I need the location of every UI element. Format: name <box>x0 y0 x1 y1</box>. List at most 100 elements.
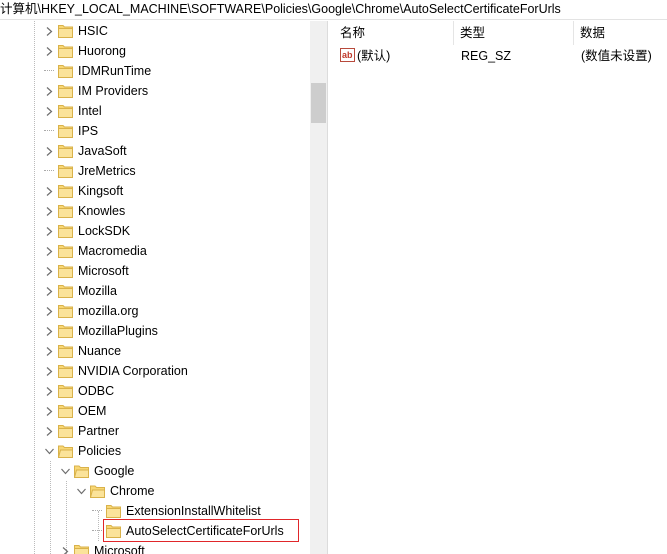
tree-node-im-providers[interactable]: IM Providers <box>44 81 148 101</box>
tree-node-label: ODBC <box>78 384 115 398</box>
tree-node-jremetrics[interactable]: JreMetrics <box>44 161 136 181</box>
tree-node-mozillaplugins[interactable]: MozillaPlugins <box>44 321 158 341</box>
registry-tree[interactable]: HSIC Huorong IDMRunTime IM Providers Intel IP… <box>0 21 327 554</box>
expand-chevron-icon[interactable] <box>44 281 54 301</box>
tree-node-mozilla-org[interactable]: mozilla.org <box>44 301 138 321</box>
tree-node-label: Policies <box>78 444 122 458</box>
tree-node-label: Huorong <box>78 44 126 58</box>
tree-node-label: ExtensionInstallWhitelist <box>126 504 261 518</box>
expand-chevron-icon[interactable] <box>44 201 54 221</box>
folder-icon <box>58 124 73 138</box>
folder-icon <box>58 244 73 258</box>
tree-node-label: NVIDIA Corporation <box>78 364 188 378</box>
tree-node-oem[interactable]: OEM <box>44 401 106 421</box>
folder-icon <box>58 304 73 318</box>
tree-node-chrome[interactable]: Chrome <box>76 481 154 501</box>
tree-node-label: LockSDK <box>78 224 131 238</box>
expand-chevron-icon[interactable] <box>44 81 54 101</box>
folder-icon <box>58 344 73 358</box>
folder-icon <box>58 424 73 438</box>
tree-node-microsoft[interactable]: Microsoft <box>60 541 145 554</box>
expand-chevron-icon[interactable] <box>60 541 70 554</box>
folder-open-icon <box>58 444 73 458</box>
tree-node-intel[interactable]: Intel <box>44 101 102 121</box>
tree-scrollbar-thumb[interactable] <box>311 83 326 123</box>
expand-chevron-icon[interactable] <box>44 341 54 361</box>
tree-node-ips[interactable]: IPS <box>44 121 98 141</box>
expand-chevron-icon[interactable] <box>44 381 54 401</box>
tree-node-label: Intel <box>78 104 102 118</box>
folder-icon <box>58 404 73 418</box>
value-name: (默认) <box>357 49 391 63</box>
expand-chevron-icon[interactable] <box>44 301 54 321</box>
collapse-chevron-icon[interactable] <box>44 441 54 461</box>
tree-node-extensioninstallwhitelist[interactable]: ExtensionInstallWhitelist <box>92 501 261 521</box>
tree-node-policies[interactable]: Policies <box>44 441 121 461</box>
expand-chevron-icon[interactable] <box>44 41 54 61</box>
tree-connector <box>92 501 102 521</box>
tree-node-label: Knowles <box>78 204 126 218</box>
tree-node-label: JreMetrics <box>78 164 136 178</box>
column-header-type[interactable]: 类型 <box>454 21 574 45</box>
tree-node-knowles[interactable]: Knowles <box>44 201 125 221</box>
expand-chevron-icon[interactable] <box>44 321 54 341</box>
tree-node-nvidia-corporation[interactable]: NVIDIA Corporation <box>44 361 188 381</box>
expand-chevron-icon[interactable] <box>44 21 54 41</box>
tree-node-label: HSIC <box>78 24 108 38</box>
tree-node-label: MozillaPlugins <box>78 324 158 338</box>
tree-node-javasoft[interactable]: JavaSoft <box>44 141 127 161</box>
tree-node-label: Nuance <box>78 344 122 358</box>
tree-node-label: Chrome <box>110 484 155 498</box>
folder-icon <box>58 24 73 38</box>
tree-node-label: OEM <box>78 404 107 418</box>
expand-chevron-icon[interactable] <box>44 101 54 121</box>
tree-node-label: IM Providers <box>78 84 149 98</box>
folder-icon <box>58 104 73 118</box>
tree-guide-line <box>34 21 35 554</box>
folder-icon <box>58 64 73 78</box>
expand-chevron-icon[interactable] <box>44 241 54 261</box>
tree-connector <box>92 521 102 541</box>
expand-chevron-icon[interactable] <box>44 421 54 441</box>
folder-icon <box>58 224 73 238</box>
tree-node-label: Microsoft <box>78 264 129 278</box>
tree-node-odbc[interactable]: ODBC <box>44 381 114 401</box>
tree-connector <box>44 161 54 181</box>
expand-chevron-icon[interactable] <box>44 401 54 421</box>
tree-node-label: mozilla.org <box>78 304 139 318</box>
folder-icon <box>58 284 73 298</box>
tree-node-idmruntime[interactable]: IDMRunTime <box>44 61 151 81</box>
expand-chevron-icon[interactable] <box>44 141 54 161</box>
folder-icon <box>58 204 73 218</box>
address-bar[interactable]: 计算机\HKEY_LOCAL_MACHINE\SOFTWARE\Policies… <box>0 0 667 20</box>
svg-text:ab: ab <box>342 50 353 60</box>
tree-node-google[interactable]: Google <box>60 461 134 481</box>
tree-node-label: Macromedia <box>78 244 147 258</box>
tree-node-macromedia[interactable]: Macromedia <box>44 241 147 261</box>
tree-node-label: Google <box>94 464 135 478</box>
values-list[interactable]: 名称 类型 数据 ab (默认) REG_SZ (数值未设置) <box>334 21 667 554</box>
folder-icon <box>106 504 121 518</box>
tree-node-mozilla[interactable]: Mozilla <box>44 281 117 301</box>
tree-node-microsoft[interactable]: Microsoft <box>44 261 129 281</box>
tree-node-partner[interactable]: Partner <box>44 421 119 441</box>
tree-node-kingsoft[interactable]: Kingsoft <box>44 181 123 201</box>
tree-connector <box>44 61 54 81</box>
collapse-chevron-icon[interactable] <box>76 481 86 501</box>
pane-splitter[interactable] <box>327 21 334 554</box>
expand-chevron-icon[interactable] <box>44 261 54 281</box>
tree-node-label: IPS <box>78 124 99 138</box>
tree-node-locksdk[interactable]: LockSDK <box>44 221 130 241</box>
tree-node-hsic[interactable]: HSIC <box>44 21 108 41</box>
value-row-name[interactable]: ab (默认) <box>340 46 390 66</box>
expand-chevron-icon[interactable] <box>44 181 54 201</box>
expand-chevron-icon[interactable] <box>44 221 54 241</box>
collapse-chevron-icon[interactable] <box>60 461 70 481</box>
column-header-name[interactable]: 名称 <box>334 21 454 45</box>
expand-chevron-icon[interactable] <box>44 361 54 381</box>
tree-node-huorong[interactable]: Huorong <box>44 41 126 61</box>
tree-node-nuance[interactable]: Nuance <box>44 341 121 361</box>
value-data: (数值未设置) <box>581 49 652 63</box>
column-header-data[interactable]: 数据 <box>574 21 667 45</box>
folder-icon <box>58 164 73 178</box>
